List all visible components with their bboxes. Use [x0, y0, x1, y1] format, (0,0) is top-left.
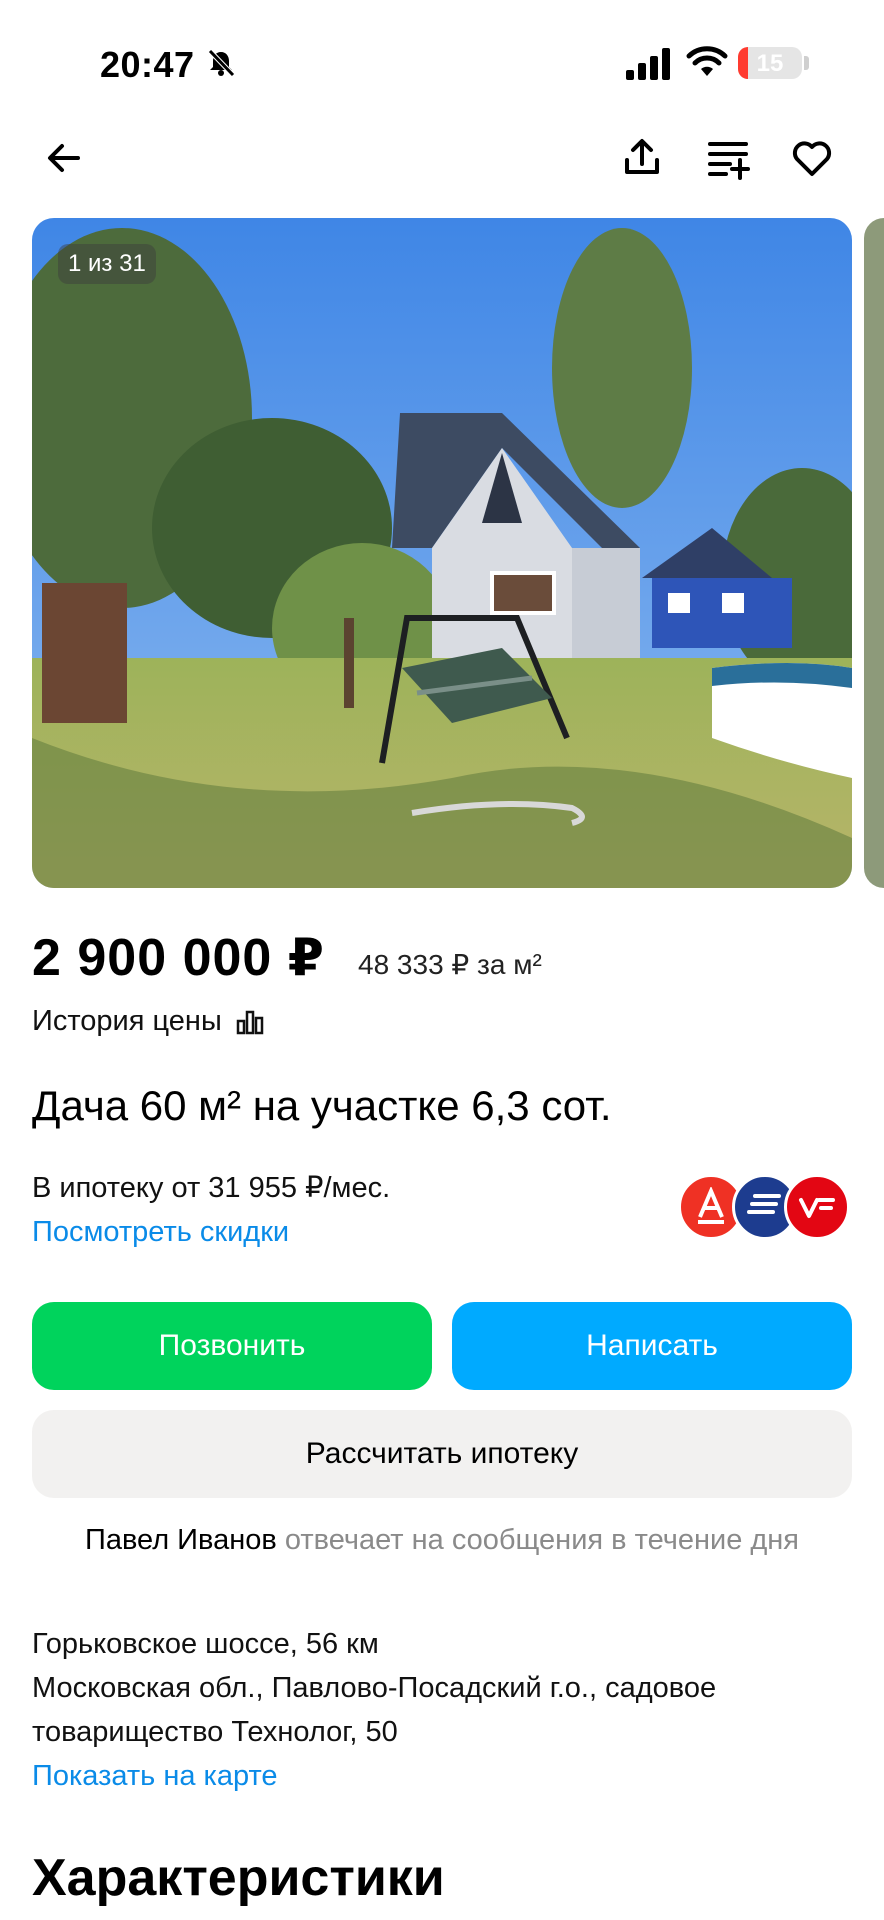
- calculate-mortgage-button[interactable]: Рассчитать ипотеку: [32, 1410, 852, 1498]
- write-button[interactable]: Написать: [452, 1302, 852, 1390]
- address-line: Московская обл., Павлово-Посадский г.о.,…: [32, 1672, 717, 1748]
- seller-info: Павел Иванов отвечает на сообщения в теч…: [0, 1524, 884, 1557]
- listing-photo: [32, 218, 852, 888]
- photo-gallery[interactable]: [32, 218, 852, 888]
- bar-chart-icon: [236, 1010, 264, 1034]
- mortgage-text: В ипотеку от 31 955 ₽/мес.: [32, 1172, 391, 1204]
- compare-icon: [708, 142, 750, 180]
- favorite-button[interactable]: [784, 130, 840, 186]
- seller-name[interactable]: Павел Иванов: [85, 1524, 277, 1556]
- heart-icon: [792, 141, 832, 176]
- signal-icon: [626, 48, 670, 80]
- share-button[interactable]: [614, 130, 670, 186]
- price-per-m2: 48 333 ₽ за м²: [358, 949, 542, 980]
- bell-slash-icon: [208, 49, 235, 77]
- seller-response-note: отвечает на сообщения в течение дня: [284, 1524, 800, 1556]
- back-button[interactable]: [36, 130, 92, 186]
- address-highway: Горьковское шоссе, 56 км: [32, 1628, 379, 1660]
- battery-percent: 15: [756, 50, 784, 77]
- share-icon: [625, 139, 659, 174]
- discounts-link[interactable]: Посмотреть скидки: [32, 1216, 289, 1249]
- battery-tip: [804, 56, 809, 70]
- address-block: Горьковское шоссе, 56 км Московская обл.…: [32, 1622, 852, 1798]
- listing-title: Дача 60 м² на участке 6,3 сот.: [32, 1082, 612, 1129]
- wifi-icon: [686, 46, 728, 76]
- photo-counter: 1 из 31: [58, 244, 156, 284]
- next-photo-preview[interactable]: [864, 218, 884, 888]
- battery-icon: 15: [738, 47, 802, 79]
- call-button[interactable]: Позвонить: [32, 1302, 432, 1390]
- price-history-label: История цены: [32, 1005, 222, 1037]
- status-bar: 20:47 15: [0, 0, 884, 120]
- arrow-back-icon: [48, 144, 80, 172]
- compare-button[interactable]: [700, 130, 756, 186]
- bank-logo-icon-2: [784, 1174, 850, 1240]
- bank-logos[interactable]: [678, 1174, 850, 1240]
- show-on-map-link[interactable]: Показать на карте: [32, 1754, 852, 1798]
- price-history-link[interactable]: История цены: [32, 1005, 264, 1038]
- status-time: 20:47: [100, 44, 195, 85]
- characteristics-heading: Характеристики: [32, 1849, 445, 1907]
- price: 2 900 000 ₽: [32, 929, 325, 987]
